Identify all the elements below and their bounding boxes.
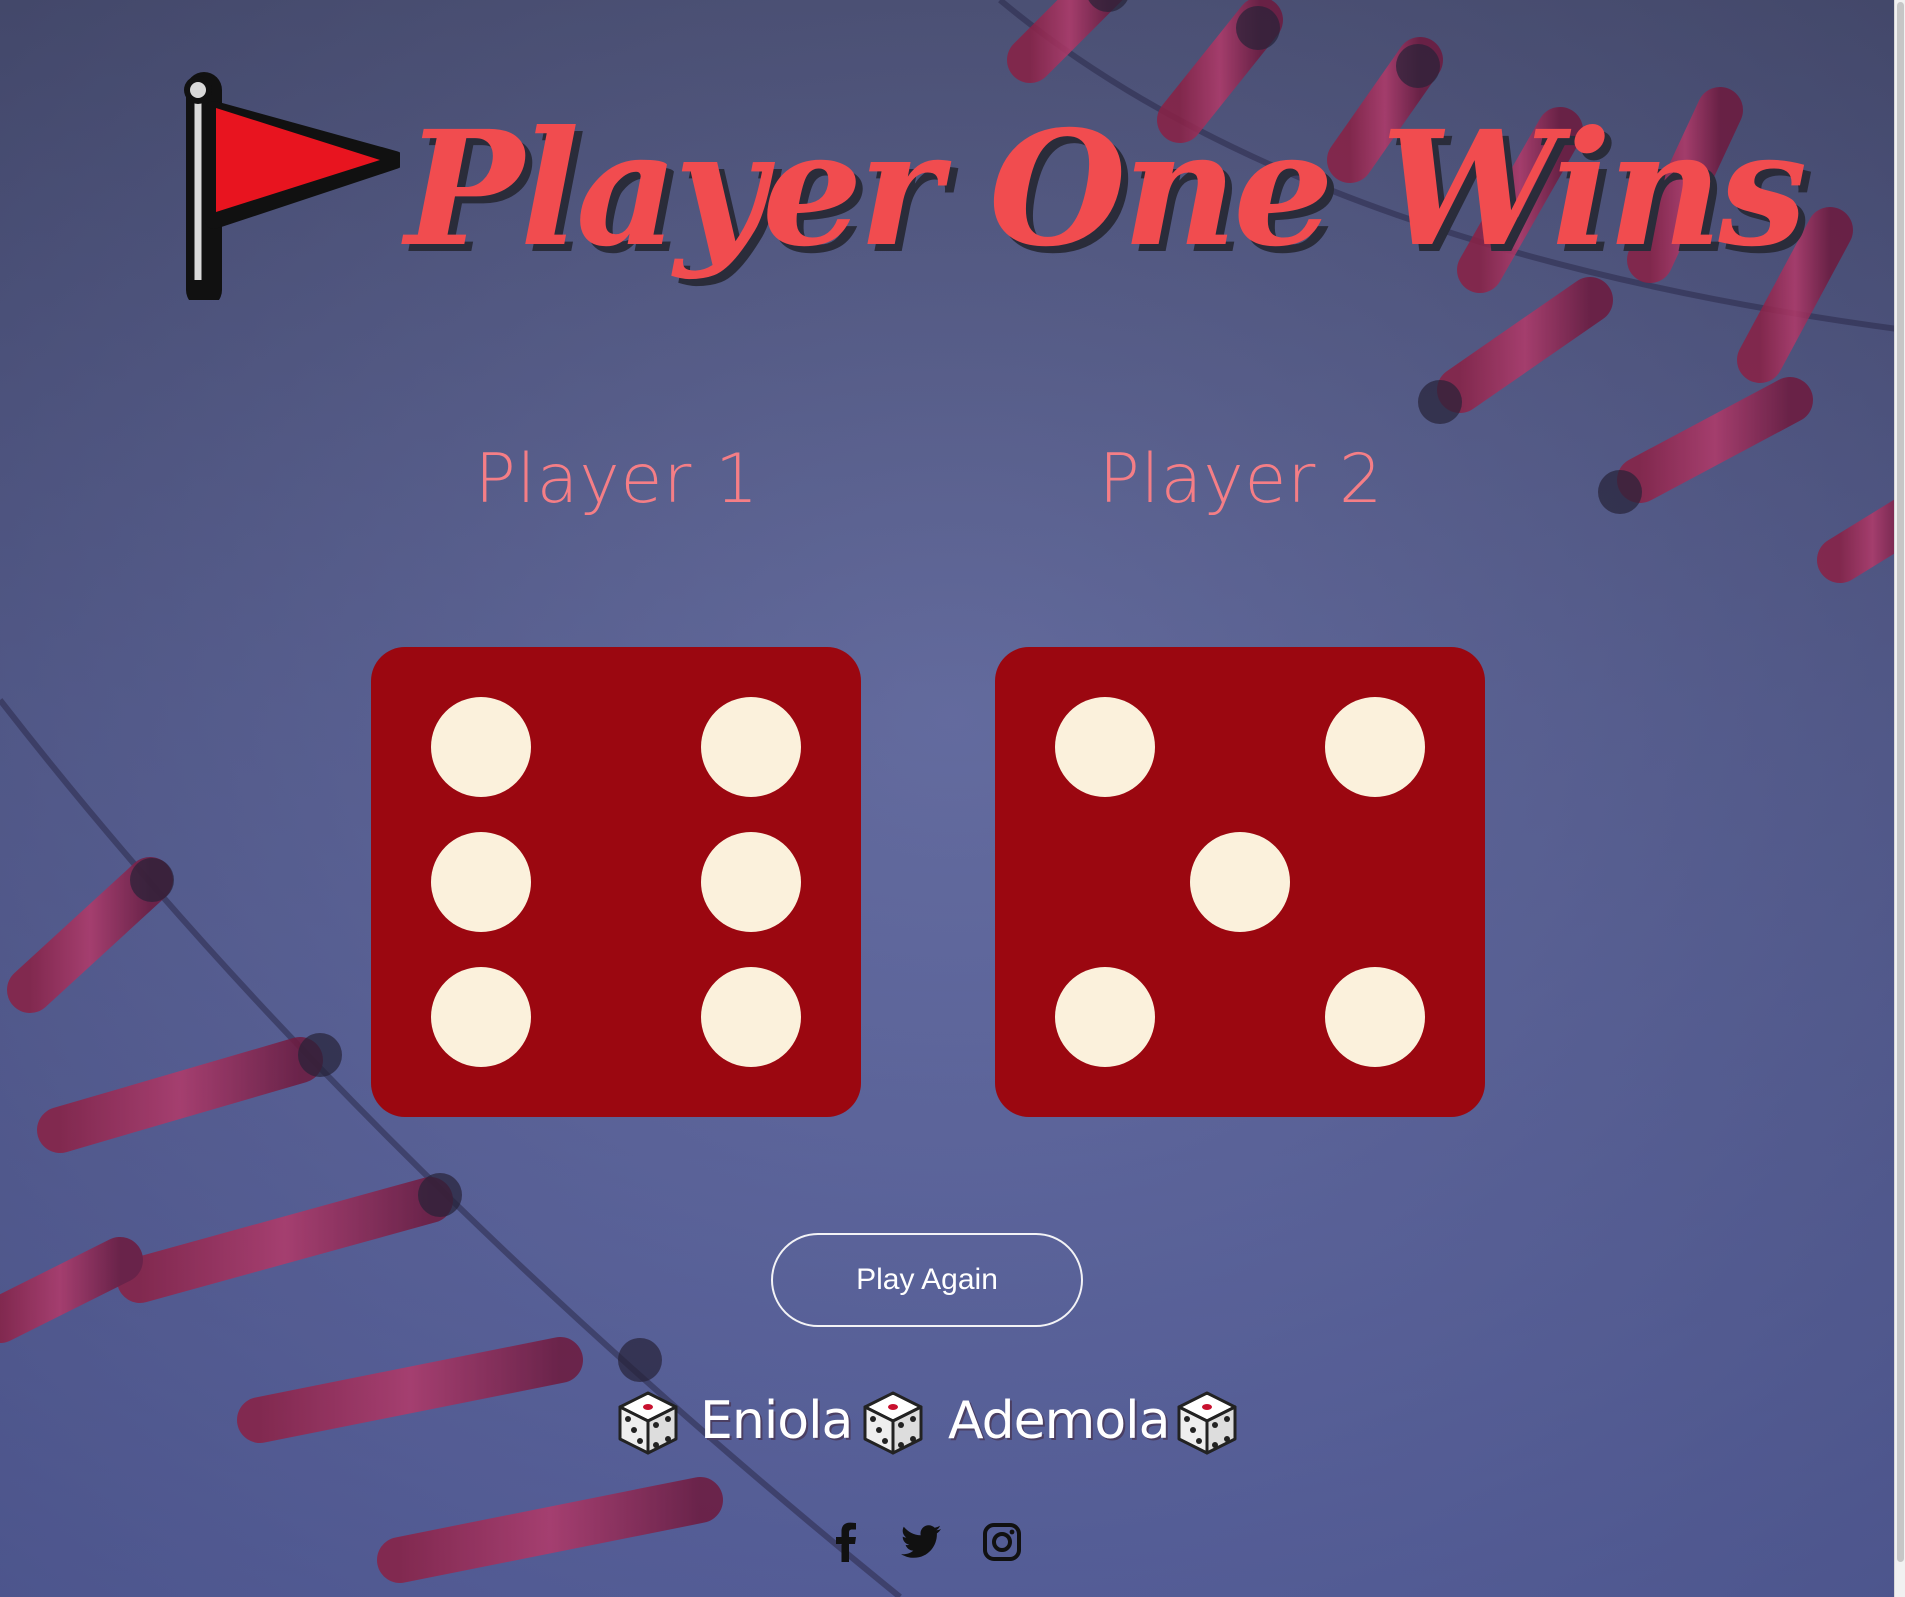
player-2-die [995,647,1485,1117]
credit-name-eniola: Eniola [700,1391,853,1451]
title-row: Player One Wins [180,70,1807,330]
player-1-label: Player 1 [474,440,760,519]
die-pip [1325,697,1425,797]
page-title: Player One Wins [405,97,1807,282]
instagram-icon[interactable] [980,1520,1024,1564]
die-pip [431,832,531,932]
die-pip [701,967,801,1067]
die-pip [431,697,531,797]
die-pip [1055,967,1155,1067]
die-pip [701,697,801,797]
credits-row: Eniola Ademola [0,1385,1905,1465]
die-pip [431,967,531,1067]
player-1-die [371,647,861,1117]
dice-icon [1177,1391,1237,1455]
twitter-icon[interactable] [899,1520,943,1564]
player-2-label: Player 2 [1098,440,1384,519]
dice-icon [618,1391,678,1455]
die-pip [1190,832,1290,932]
die-pip [1325,967,1425,1067]
die-pip [1055,697,1155,797]
credit-name-ademola: Ademola [948,1391,1170,1451]
scrollbar[interactable] [1894,0,1905,1597]
die-pip [701,832,801,932]
facebook-icon[interactable] [824,1520,868,1564]
dice-icon [863,1391,923,1455]
play-again-button[interactable]: Play Again [771,1233,1083,1327]
red-flag-icon [184,72,400,300]
social-links [0,1520,1905,1568]
scrollbar-thumb[interactable] [1897,2,1904,1562]
